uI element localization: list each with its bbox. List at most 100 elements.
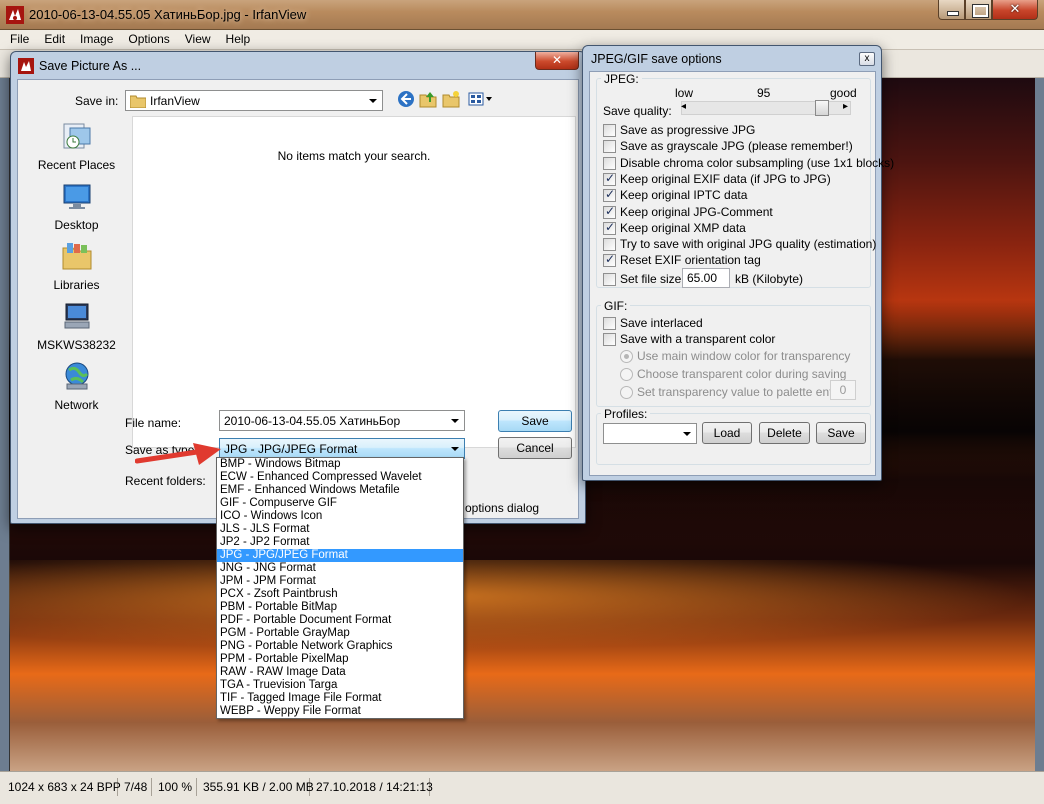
save-as-type-option[interactable]: GIF - Compuserve GIF [217,497,463,510]
jpeg-option-checkbox[interactable]: Disable chroma color subsampling (use 1x… [603,155,894,171]
profile-load-button[interactable]: Load [702,422,752,444]
menu-edit[interactable]: Edit [34,30,70,46]
transparency-radio[interactable]: Set transparency value to palette entry: [620,384,846,400]
libraries-icon [62,243,92,270]
save-as-type-option[interactable]: PDF - Portable Document Format [217,614,463,627]
transparency-radio[interactable]: Choose transparent color during saving [620,366,846,382]
save-as-type-option[interactable]: PNG - Portable Network Graphics [217,640,463,653]
save-as-type-option[interactable]: BMP - Windows Bitmap [217,458,463,471]
new-folder-icon[interactable] [442,90,460,108]
jpeg-option-label: Keep original IPTC data [620,188,748,203]
menu-image[interactable]: Image [70,30,118,46]
chevron-down-icon [451,419,459,423]
status-index: 7/48 [118,778,152,796]
save-as-type-value: JPG - JPG/JPEG Format [224,442,358,456]
transparency-radio-label: Use main window color for transparency [637,349,851,363]
jpeg-option-checkbox[interactable]: Keep original EXIF data (if JPG to JPG) [603,171,868,187]
save-dialog-body: Save in: IrfanView Recent Places Desktop… [17,79,579,519]
jpg-dialog-close-button[interactable]: x [859,52,875,66]
quality-slider-thumb[interactable] [815,100,829,116]
save-picture-dialog: Save Picture As ... ✕ Save in: IrfanView [10,51,586,524]
slider-left-arrow-icon[interactable]: ◂ [681,101,686,112]
save-in-combo[interactable]: IrfanView [125,90,383,111]
jpeg-option-checkbox[interactable]: Keep original IPTC data [603,187,868,203]
place-recent-places[interactable]: Recent Places [25,120,128,178]
image-reflection [9,560,1035,650]
gif-option-checkbox[interactable]: Save with a transparent color [603,331,843,347]
status-filesize: 355.91 KB / 2.00 MB [197,778,314,796]
annotation-arrow-icon [135,443,221,465]
quality-value: 95 [757,86,771,100]
jpeg-option-checkbox[interactable]: Save as progressive JPG [603,122,868,138]
jpeg-option-checkbox[interactable]: Keep original JPG-Comment [603,204,868,220]
save-as-type-option[interactable]: WEBP - Weppy File Format [217,705,463,718]
save-as-type-option[interactable]: ICO - Windows Icon [217,510,463,523]
jpeg-option-label: Disable chroma color subsampling (use 1x… [620,155,895,170]
profile-save-button[interactable]: Save [816,422,866,444]
transparency-radio-label: Set transparency value to palette entry: [637,385,846,399]
jpeg-option-label: Keep original JPG-Comment [620,204,773,219]
transparency-radio[interactable]: Use main window color for transparency [620,348,850,364]
save-as-type-option[interactable]: JNG - JNG Format [217,562,463,575]
save-as-type-option[interactable]: JP2 - JP2 Format [217,536,463,549]
place-desktop[interactable]: Desktop [25,180,128,238]
maximize-button[interactable] [965,0,992,20]
save-button[interactable]: Save [498,410,572,432]
menu-file[interactable]: File [0,30,34,46]
jpg-dialog-title: JPEG/GIF save options [591,52,722,66]
save-as-type-option[interactable]: PPM - Portable PixelMap [217,653,463,666]
save-as-type-option[interactable]: JPG - JPG/JPEG Format [217,549,463,562]
gif-option-checkbox[interactable]: Save interlaced [603,315,843,331]
status-zoom: 100 % [152,778,197,796]
place-network[interactable]: Network [25,360,128,418]
save-dialog-title: Save Picture As ... [39,59,142,73]
menu-view[interactable]: View [175,30,216,46]
recent-folders-label: Recent folders: [125,474,206,488]
save-as-type-option[interactable]: TIF - Tagged Image File Format [217,692,463,705]
gif-option-label: Save with a transparent color [620,332,776,346]
chevron-down-icon [683,432,691,436]
file-size-unit-label: kB (Kilobyte) [735,272,804,286]
save-as-type-option[interactable]: PGM - Portable GrayMap [217,627,463,640]
menu-options[interactable]: Options [118,30,174,46]
back-icon[interactable] [397,90,415,108]
status-dimensions: 1024 x 683 x 24 BPP [2,778,121,796]
up-folder-icon[interactable] [419,90,437,108]
gif-option-label: Save interlaced [620,316,703,330]
save-as-type-option[interactable]: JLS - JLS Format [217,523,463,536]
place-label: Recent Places [37,158,116,172]
profile-delete-button[interactable]: Delete [759,422,810,444]
file-size-input[interactable]: 65.00 [682,268,730,288]
close-window-button[interactable]: ✕ [992,0,1038,20]
view-menu-icon[interactable] [468,90,494,108]
save-as-type-option[interactable]: PCX - Zsoft Paintbrush [217,588,463,601]
jpeg-option-checkbox[interactable]: Try to save with original JPG quality (e… [603,236,876,252]
slider-right-arrow-icon[interactable]: ▸ [843,101,848,112]
menu-bar: File Edit Image Options View Help [0,30,1044,50]
file-list[interactable]: No items match your search. [132,116,576,448]
file-name-input[interactable]: 2010-06-13-04.55.05 ХатиньБор [219,410,465,431]
status-bar: 1024 x 683 x 24 BPP 7/48 100 % 355.91 KB… [0,771,1044,804]
place-label: MSKWS38232 [37,338,116,352]
jpeg-option-checkbox[interactable]: Save as grayscale JPG (please remember!) [603,138,868,154]
jpeg-option-checkbox[interactable]: Reset EXIF orientation tag [603,252,868,268]
jpeg-option-checkbox[interactable]: Keep original XMP data [603,220,868,236]
save-as-type-option[interactable]: PBM - Portable BitMap [217,601,463,614]
cancel-button[interactable]: Cancel [498,437,572,459]
save-as-type-option[interactable]: TGA - Truevision Targa [217,679,463,692]
irfanview-logo-icon [18,58,34,74]
minimize-button[interactable] [938,0,965,20]
save-as-type-option[interactable]: EMF - Enhanced Windows Metafile [217,484,463,497]
profiles-combo[interactable] [603,423,697,444]
jpeg-gif-options-dialog: JPEG/GIF save options x JPEG: low 95 goo… [582,45,894,481]
place-libraries[interactable]: Libraries [25,240,128,298]
save-as-type-combo[interactable]: JPG - JPG/JPEG Format [219,438,465,459]
palette-entry-input[interactable]: 0 [830,380,856,400]
save-dialog-close-button[interactable]: ✕ [535,52,579,70]
jpg-dialog-body: JPEG: low 95 good Save quality: ◂ ▸ Save… [589,71,894,476]
save-as-type-option[interactable]: ECW - Enhanced Compressed Wavelet [217,471,463,484]
menu-help[interactable]: Help [216,30,256,46]
save-as-type-option[interactable]: RAW - RAW Image Data [217,666,463,679]
place-computer[interactable]: MSKWS38232 [25,300,128,358]
save-as-type-option[interactable]: JPM - JPM Format [217,575,463,588]
